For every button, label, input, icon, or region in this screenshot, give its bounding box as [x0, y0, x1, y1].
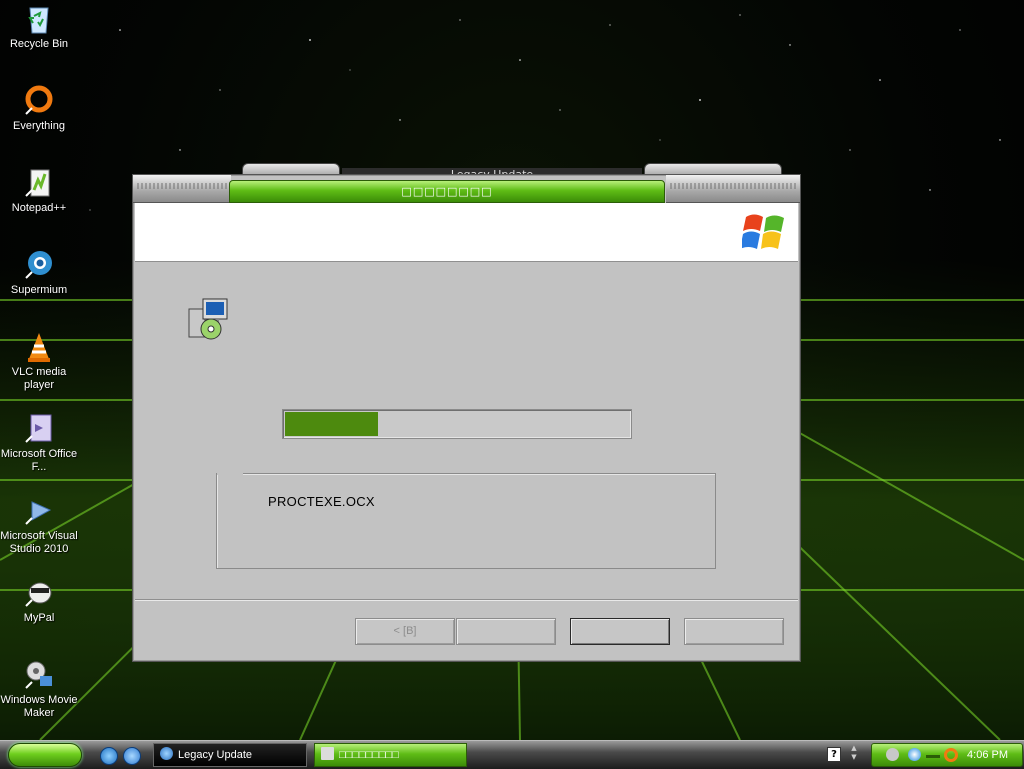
everything-icon [22, 84, 56, 118]
setup-icon [321, 747, 334, 760]
desktop-icon-everything[interactable]: Everything [0, 84, 78, 133]
network-tray-icon[interactable] [886, 748, 899, 761]
desktop-icon-label: Notepad++ [11, 202, 67, 214]
supermium-icon [22, 248, 56, 282]
title-bar-left-cap [133, 175, 231, 203]
taskbar-button-label: □□□□□□□□□ [339, 749, 399, 761]
desktop-icon-movie-maker[interactable]: Windows Movie Maker [0, 658, 78, 720]
install-progress-bar [282, 409, 632, 439]
desktop-icon-label: Microsoft Visual Studio 2010 [0, 530, 78, 555]
mypal-icon [22, 576, 56, 610]
internet-explorer-icon[interactable] [100, 747, 118, 765]
desktop-icon-label: MyPal [23, 612, 55, 624]
taskbar: Legacy Update □□□□□□□□□ ? ▲ ▼ 4:06 PM [0, 740, 1024, 769]
desktop-icon-label: Supermium [10, 284, 68, 296]
current-file-label: PROCTEXE.OCX [268, 494, 375, 509]
office-icon [22, 412, 56, 446]
desktop-icon-label: Windows Movie Maker [0, 694, 78, 719]
help-button[interactable] [684, 618, 784, 645]
desktop-icon-supermium[interactable]: Supermium [0, 248, 78, 297]
button-separator [135, 599, 798, 601]
help-tray-icon[interactable]: ? [827, 747, 841, 762]
desktop-icon-label: Recycle Bin [9, 38, 69, 50]
back-button[interactable]: < [B] [355, 618, 455, 645]
start-button[interactable] [8, 743, 82, 767]
browser-quicklaunch-icon[interactable] [123, 747, 141, 765]
cancel-button[interactable] [570, 618, 670, 645]
vlc-icon [22, 330, 56, 364]
recycle-bin-icon [22, 2, 56, 36]
desktop-icon-office[interactable]: Microsoft Office F... [0, 412, 78, 474]
group-box-notch [217, 473, 243, 475]
desktop-icon-recycle-bin[interactable]: Recycle Bin [0, 2, 78, 51]
movie-maker-icon [22, 658, 56, 692]
progress-fill [285, 412, 378, 436]
installer-icon [188, 298, 228, 340]
legacy-update-icon [160, 747, 173, 760]
taskbar-button-legacy-update[interactable]: Legacy Update [153, 743, 307, 767]
dialog-title-bar[interactable]: □□□□□□□□ [133, 175, 800, 203]
clock[interactable]: 4:06 PM [967, 744, 1008, 766]
windows-logo-icon [742, 214, 784, 249]
tray-divider-icon [926, 755, 940, 758]
everything-tray-icon[interactable] [944, 748, 958, 762]
visual-studio-icon [22, 494, 56, 528]
desktop-icon-label: Everything [13, 120, 65, 132]
setup-dialog[interactable]: □□□□□□□□ PROCTEXE.OCX < [B] [132, 174, 801, 662]
title-bar-right-cap [666, 175, 800, 203]
next-button[interactable] [456, 618, 556, 645]
desktop-icon-label: Microsoft Office F... [0, 448, 78, 473]
taskbar-button-label: Legacy Update [178, 749, 252, 761]
dialog-header-banner [135, 203, 798, 262]
system-tray: 4:06 PM [871, 743, 1023, 767]
desktop-icon-visual-studio[interactable]: Microsoft Visual Studio 2010 [0, 494, 78, 556]
desktop-icon-notepadpp[interactable]: Notepad++ [0, 166, 78, 215]
status-group-box: PROCTEXE.OCX [216, 473, 716, 569]
update-tray-icon[interactable] [908, 748, 921, 761]
desktop-icon-mypal[interactable]: MyPal [0, 576, 78, 625]
taskbar-button-setup[interactable]: □□□□□□□□□ [314, 743, 467, 767]
notepadpp-icon [22, 166, 56, 200]
desktop-icon-label: VLC media player [11, 366, 67, 391]
desktop-icon-vlc[interactable]: VLC media player [0, 330, 78, 392]
dialog-title: □□□□□□□□ [229, 180, 665, 203]
tray-scroll-arrows[interactable]: ▲ ▼ [849, 744, 859, 764]
